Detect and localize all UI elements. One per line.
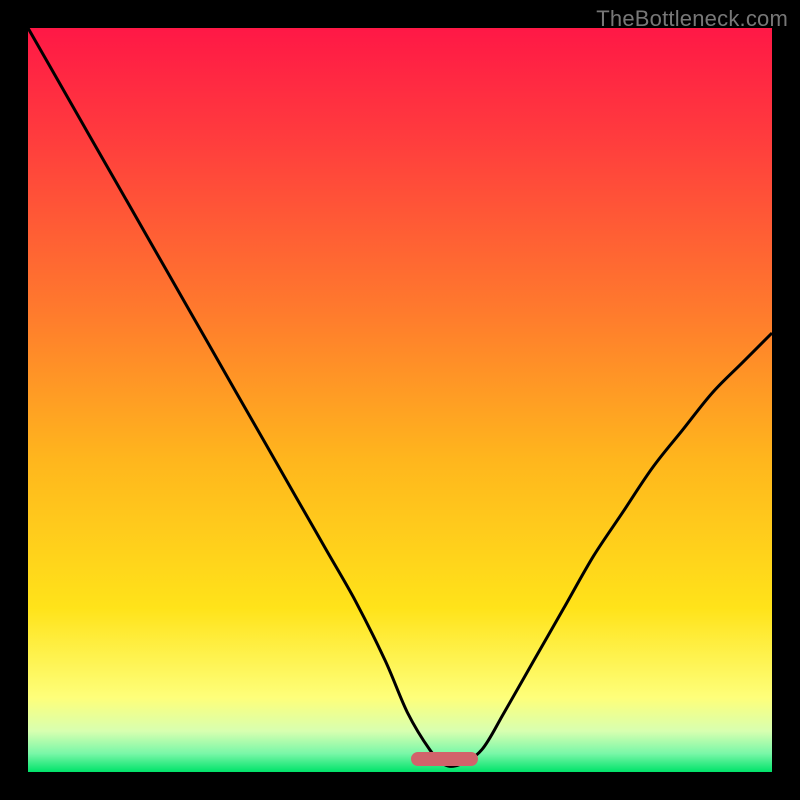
bottleneck-curve bbox=[28, 28, 772, 772]
chart-frame: TheBottleneck.com bbox=[0, 0, 800, 800]
optimal-range-marker bbox=[411, 752, 478, 766]
curve-path bbox=[28, 28, 772, 766]
gradient-plot-area bbox=[28, 28, 772, 772]
